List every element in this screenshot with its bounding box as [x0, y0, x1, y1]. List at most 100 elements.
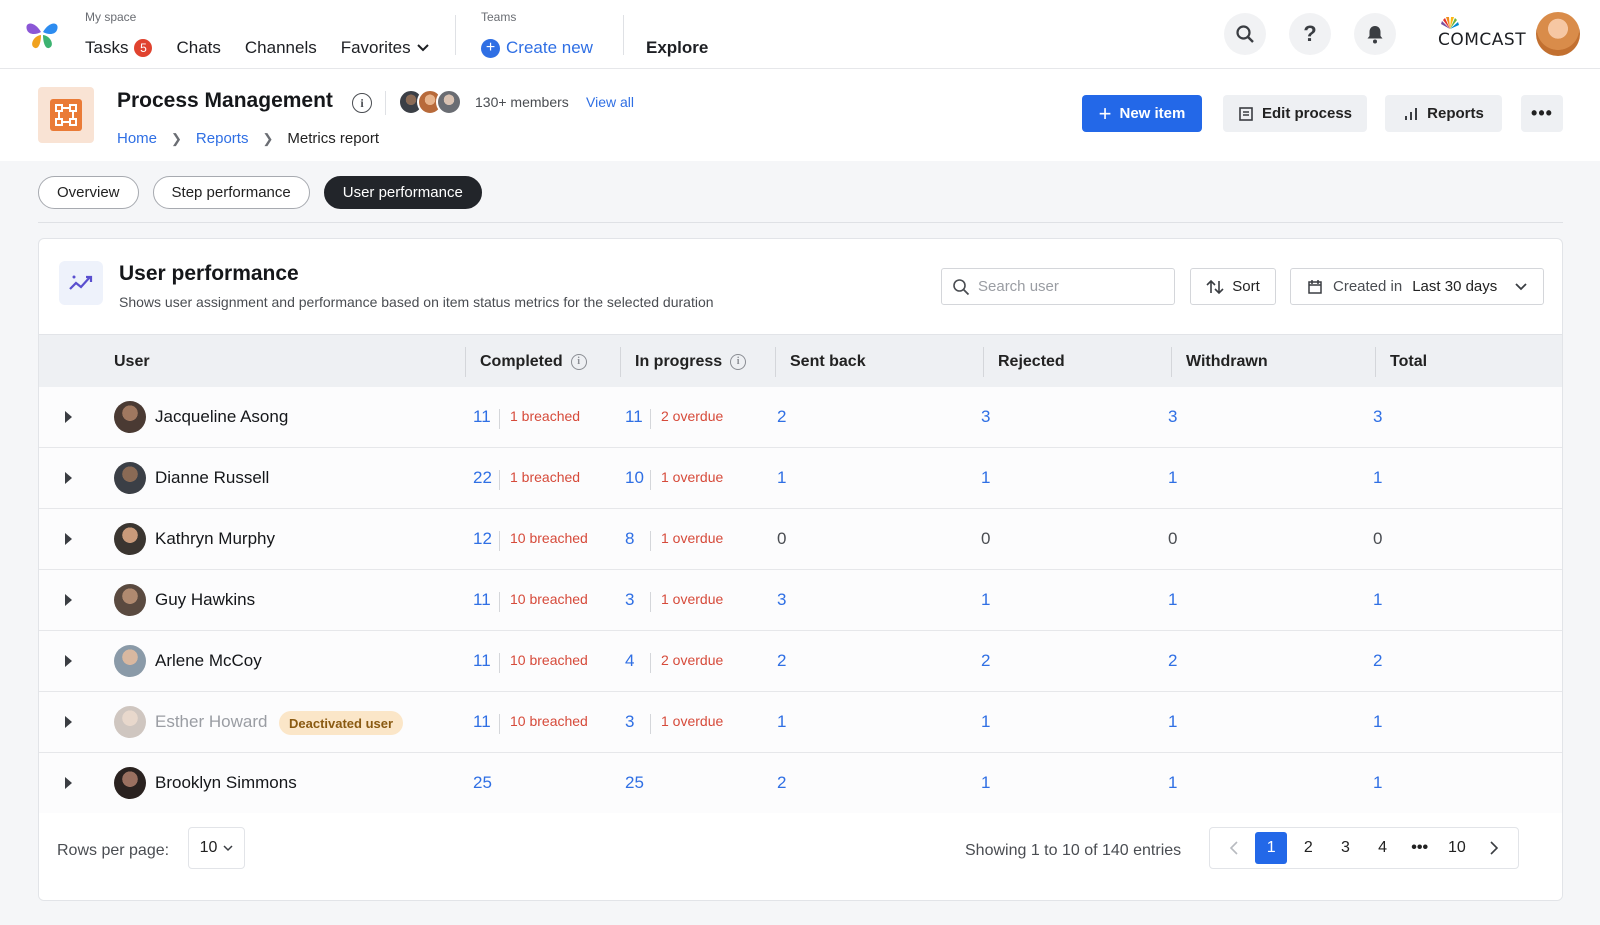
- total-count[interactable]: 1: [1373, 773, 1382, 793]
- withdrawn-count[interactable]: 1: [1168, 773, 1177, 793]
- user-name[interactable]: Jacqueline Asong: [155, 407, 288, 427]
- in-progress-count[interactable]: 10: [625, 468, 644, 488]
- search-button[interactable]: [1224, 13, 1266, 55]
- new-item-button[interactable]: + New item: [1082, 95, 1202, 132]
- info-icon[interactable]: i: [570, 353, 587, 370]
- search-user-input[interactable]: [978, 278, 1158, 295]
- withdrawn-count[interactable]: 1: [1168, 590, 1177, 610]
- user-avatar[interactable]: [1536, 12, 1580, 56]
- search-user-field[interactable]: [941, 268, 1175, 305]
- expand-row-icon[interactable]: [65, 716, 72, 728]
- previous-page-button[interactable]: [1218, 832, 1250, 864]
- table-row[interactable]: Dianne Russell 22 1 breached 10 1 overdue 1 1 1…: [39, 448, 1562, 509]
- rejected-count[interactable]: 1: [981, 590, 990, 610]
- notifications-button[interactable]: [1354, 13, 1396, 55]
- completed-count[interactable]: 11: [473, 651, 491, 671]
- total-count[interactable]: 3: [1373, 407, 1382, 427]
- user-name[interactable]: Arlene McCoy: [155, 651, 262, 671]
- page-button-10[interactable]: 10: [1441, 832, 1473, 864]
- sent-back-count[interactable]: 3: [777, 590, 786, 610]
- column-sent-back[interactable]: Sent back: [790, 335, 866, 388]
- sent-back-count[interactable]: 0: [777, 529, 786, 549]
- rejected-count[interactable]: 1: [981, 712, 990, 732]
- page-button-3[interactable]: 3: [1329, 832, 1361, 864]
- user-name[interactable]: Esther Howard: [155, 712, 267, 732]
- page-button-4[interactable]: 4: [1367, 832, 1399, 864]
- tab-overview[interactable]: Overview: [38, 176, 139, 209]
- user-name[interactable]: Kathryn Murphy: [155, 529, 275, 549]
- in-progress-count[interactable]: 3: [625, 712, 634, 732]
- rejected-count[interactable]: 1: [981, 468, 990, 488]
- info-icon[interactable]: i: [730, 353, 747, 370]
- date-range-select[interactable]: Created in Last 30 days: [1290, 268, 1544, 305]
- withdrawn-count[interactable]: 1: [1168, 712, 1177, 732]
- breadcrumb-home[interactable]: Home: [117, 130, 157, 147]
- info-icon[interactable]: i: [352, 93, 372, 113]
- in-progress-count[interactable]: 25: [625, 773, 644, 793]
- next-page-button[interactable]: [1478, 832, 1510, 864]
- withdrawn-count[interactable]: 1: [1168, 468, 1177, 488]
- rejected-count[interactable]: 2: [981, 651, 990, 671]
- table-row[interactable]: Esther Howard Deactivated user 11 10 breach…: [39, 692, 1562, 753]
- user-name[interactable]: Guy Hawkins: [155, 590, 255, 610]
- rejected-count[interactable]: 1: [981, 773, 990, 793]
- column-withdrawn[interactable]: Withdrawn: [1186, 335, 1268, 388]
- create-new-button[interactable]: + Create new: [481, 38, 593, 58]
- rejected-count[interactable]: 3: [981, 407, 990, 427]
- edit-process-button[interactable]: Edit process: [1223, 95, 1367, 132]
- column-completed[interactable]: Completed i: [480, 335, 587, 388]
- page-button-1[interactable]: 1: [1255, 832, 1288, 864]
- completed-count[interactable]: 11: [473, 590, 491, 610]
- in-progress-count[interactable]: 4: [625, 651, 634, 671]
- expand-row-icon[interactable]: [65, 655, 72, 667]
- nav-channels[interactable]: Channels: [245, 38, 317, 58]
- completed-count[interactable]: 11: [473, 407, 491, 427]
- nav-chats[interactable]: Chats: [176, 38, 220, 58]
- tab-user-performance[interactable]: User performance: [323, 176, 482, 209]
- total-count[interactable]: 1: [1373, 590, 1382, 610]
- nav-tasks[interactable]: Tasks 5: [85, 38, 153, 58]
- nav-favorites[interactable]: Favorites: [341, 38, 429, 58]
- completed-count[interactable]: 25: [473, 773, 492, 793]
- table-row[interactable]: Kathryn Murphy 12 10 breached 8 1 overdue 0 0 0…: [39, 509, 1562, 570]
- column-total[interactable]: Total: [1390, 335, 1427, 388]
- nav-explore[interactable]: Explore: [646, 38, 708, 58]
- table-row[interactable]: Jacqueline Asong 11 1 breached 11 2 overdue 2…: [39, 387, 1562, 448]
- rows-per-page-select[interactable]: 10: [188, 827, 245, 869]
- breadcrumb-reports[interactable]: Reports: [196, 130, 249, 147]
- column-user[interactable]: User: [114, 335, 150, 388]
- column-in-progress[interactable]: In progress i: [635, 335, 747, 388]
- completed-count[interactable]: 11: [473, 712, 491, 732]
- sent-back-count[interactable]: 2: [777, 651, 786, 671]
- rejected-count[interactable]: 0: [981, 529, 990, 549]
- more-options-button[interactable]: •••: [1521, 95, 1563, 132]
- withdrawn-count[interactable]: 3: [1168, 407, 1177, 427]
- expand-row-icon[interactable]: [65, 594, 72, 606]
- user-name[interactable]: Brooklyn Simmons: [155, 773, 297, 793]
- sort-button[interactable]: Sort: [1190, 268, 1276, 305]
- completed-count[interactable]: 22: [473, 468, 492, 488]
- view-all-members-link[interactable]: View all: [586, 94, 634, 110]
- total-count[interactable]: 1: [1373, 712, 1382, 732]
- page-button-2[interactable]: 2: [1292, 832, 1324, 864]
- expand-row-icon[interactable]: [65, 472, 72, 484]
- total-count[interactable]: 0: [1373, 529, 1382, 549]
- reports-button[interactable]: Reports: [1385, 95, 1502, 132]
- sent-back-count[interactable]: 1: [777, 468, 786, 488]
- withdrawn-count[interactable]: 2: [1168, 651, 1177, 671]
- total-count[interactable]: 2: [1373, 651, 1382, 671]
- tab-step-performance[interactable]: Step performance: [152, 176, 310, 209]
- table-row[interactable]: Arlene McCoy 11 10 breached 4 2 overdue 2 2 2 2: [39, 631, 1562, 692]
- sent-back-count[interactable]: 2: [777, 773, 786, 793]
- completed-count[interactable]: 12: [473, 529, 492, 549]
- app-logo-icon[interactable]: [24, 16, 60, 52]
- column-rejected[interactable]: Rejected: [998, 335, 1065, 388]
- in-progress-count[interactable]: 8: [625, 529, 634, 549]
- expand-row-icon[interactable]: [65, 411, 72, 423]
- help-button[interactable]: ?: [1289, 13, 1331, 55]
- in-progress-count[interactable]: 3: [625, 590, 634, 610]
- member-avatars[interactable]: [398, 89, 462, 115]
- user-name[interactable]: Dianne Russell: [155, 468, 269, 488]
- sent-back-count[interactable]: 1: [777, 712, 786, 732]
- table-row[interactable]: Guy Hawkins 11 10 breached 3 1 overdue 3 1 1 1: [39, 570, 1562, 631]
